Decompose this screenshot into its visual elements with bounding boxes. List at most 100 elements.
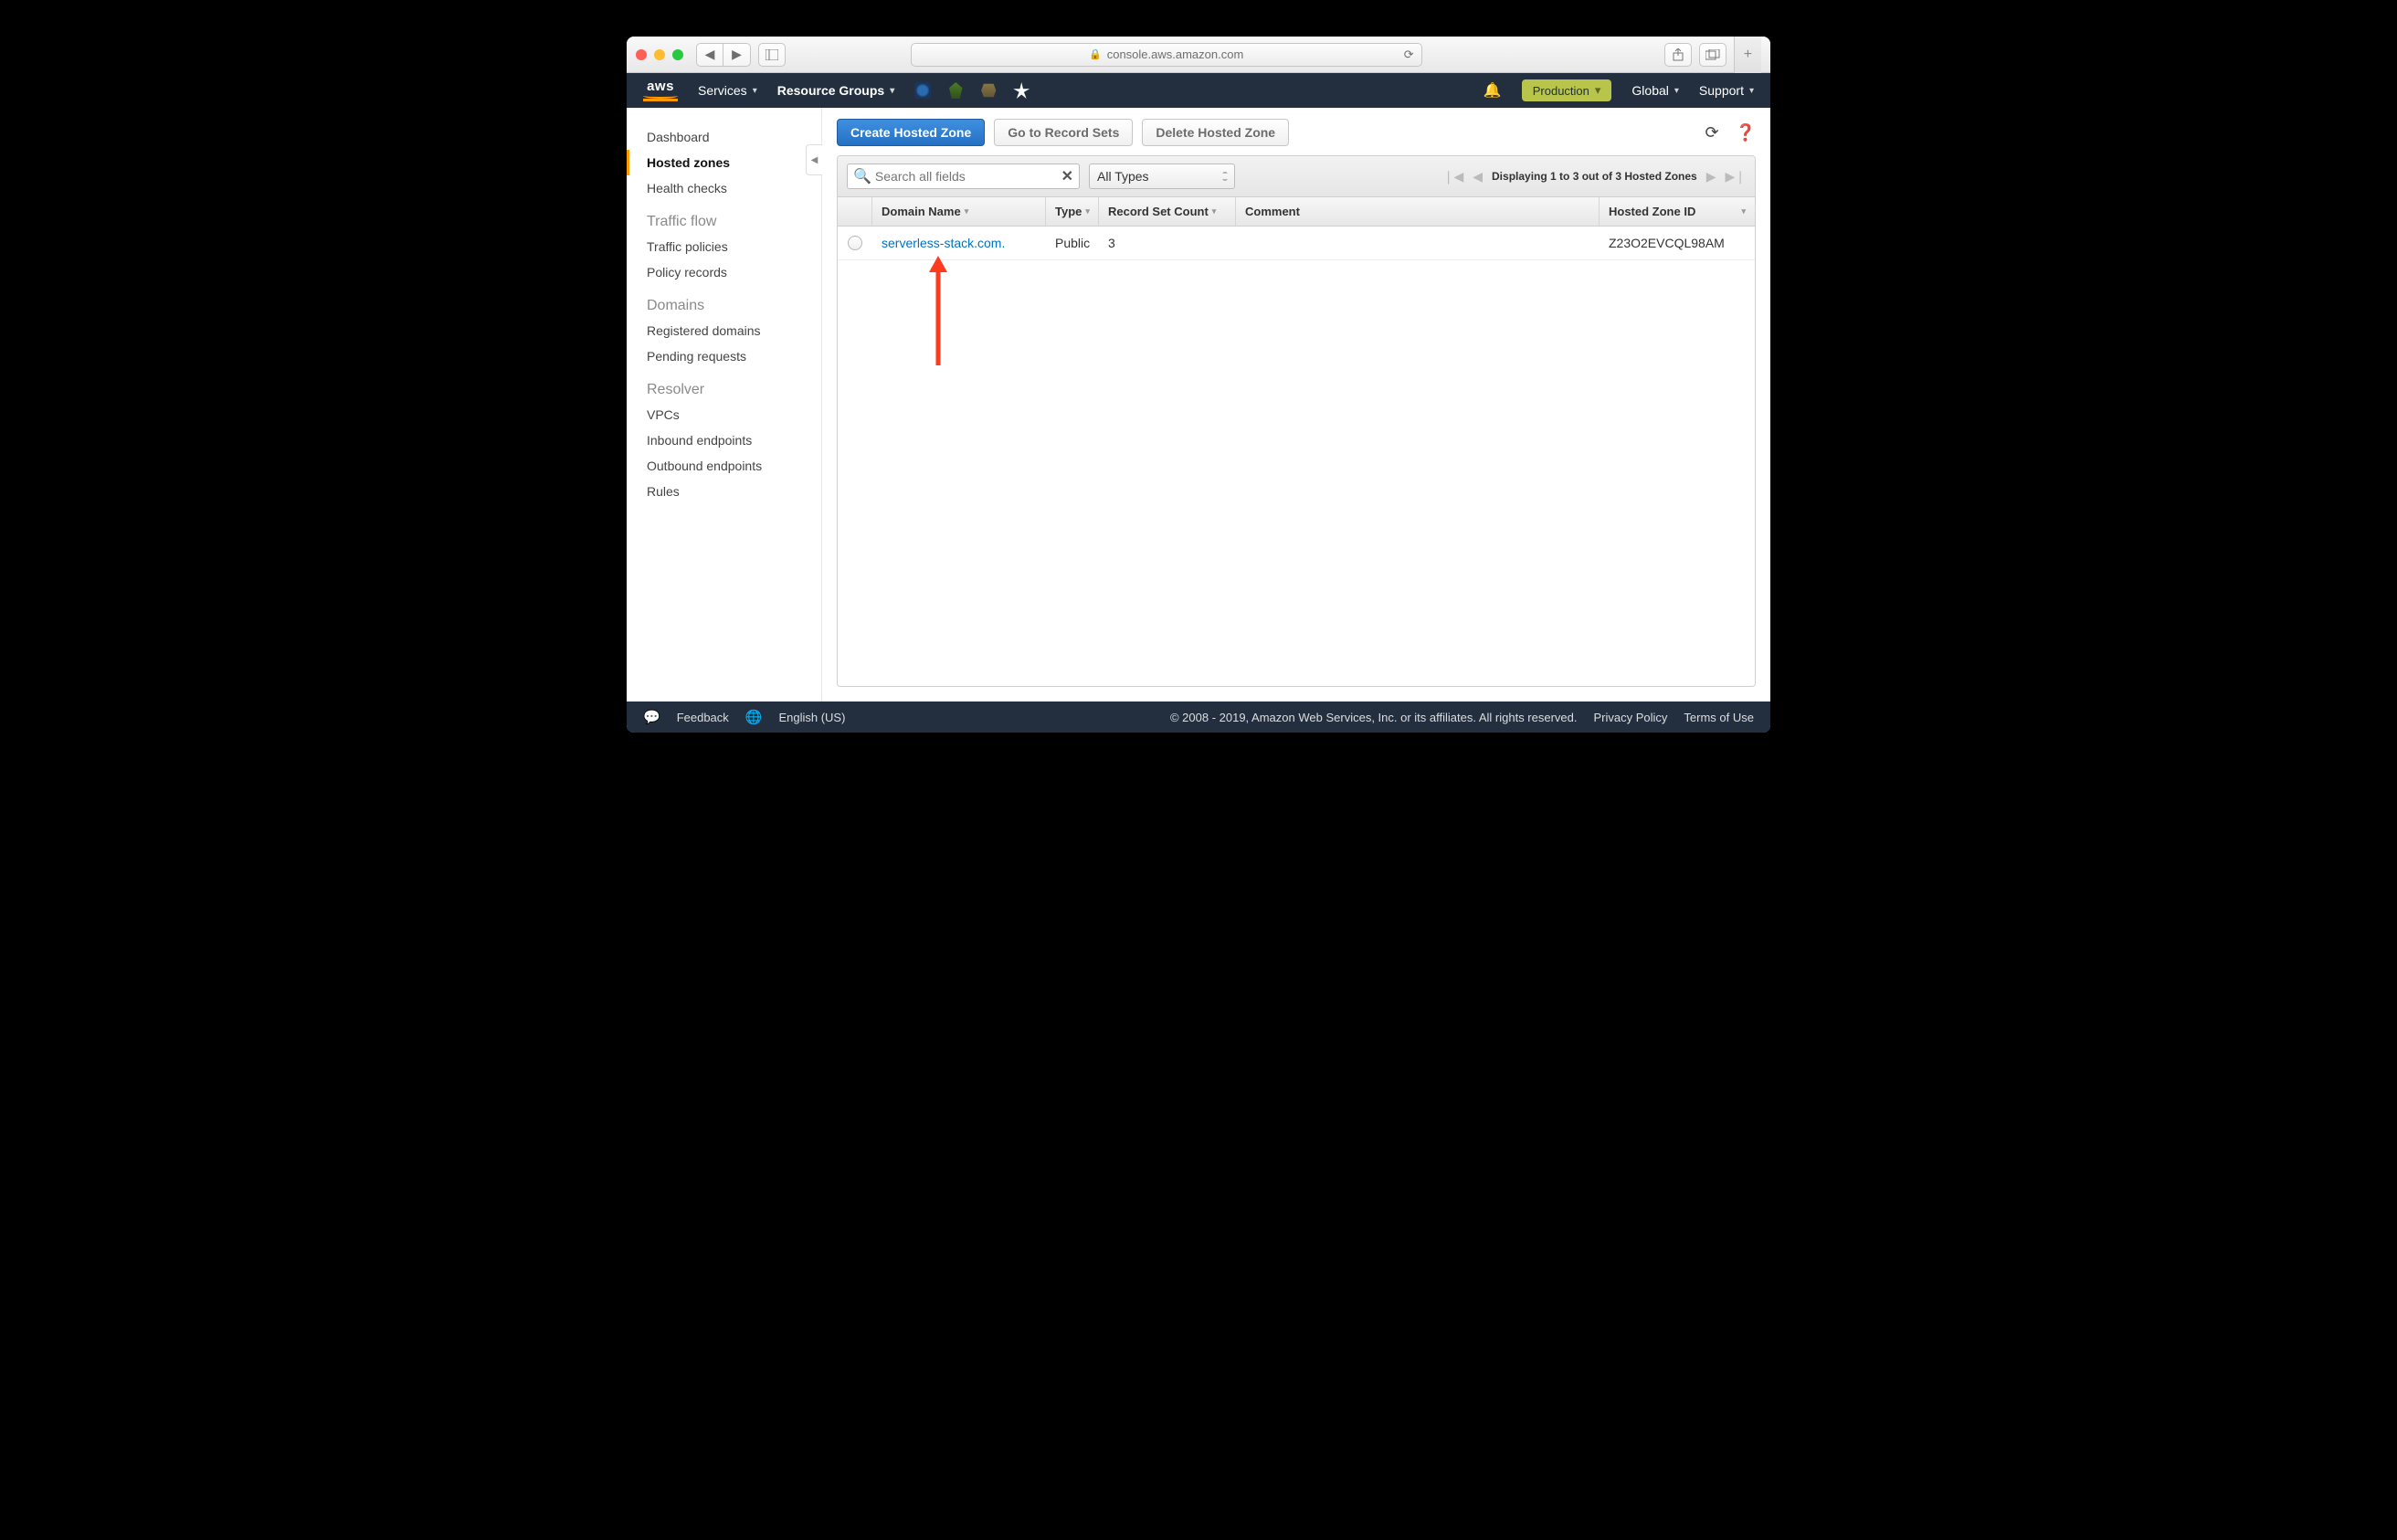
row-select[interactable]: [838, 227, 872, 259]
browser-window: ◀ ▶ 🔒 console.aws.amazon.com ⟳ + aws Se: [627, 37, 1770, 733]
page-next-icon[interactable]: ▶: [1706, 169, 1716, 185]
region-menu[interactable]: Global ▾: [1631, 83, 1679, 98]
chevron-down-icon: ▾: [1674, 86, 1679, 96]
language-selector[interactable]: English (US): [778, 711, 845, 724]
feedback-icon: 💬: [643, 709, 660, 725]
filter-bar: 🔍 ✕ All Types ❘◀ ◀ Displaying 1 to 3 out…: [838, 156, 1755, 197]
sidebar-collapse-button[interactable]: ◀: [806, 144, 822, 175]
page-first-icon[interactable]: ❘◀: [1443, 169, 1464, 185]
sidebar-item-registered-domains[interactable]: Registered domains: [627, 318, 821, 343]
forward-button[interactable]: ▶: [723, 43, 751, 67]
column-comment[interactable]: Comment: [1236, 197, 1600, 226]
refresh-icon[interactable]: ⟳: [1705, 123, 1718, 142]
hosted-zones-panel: 🔍 ✕ All Types ❘◀ ◀ Displaying 1 to 3 out…: [837, 155, 1756, 687]
sidebar-item-outbound-endpoints[interactable]: Outbound endpoints: [627, 453, 821, 479]
sidebar-item-traffic-policies[interactable]: Traffic policies: [627, 234, 821, 259]
close-window-icon[interactable]: [636, 49, 647, 60]
column-rsc-label: Record Set Count: [1108, 205, 1209, 218]
aws-top-nav: aws Services ▾ Resource Groups ▾ 🔔 Produ…: [627, 73, 1770, 108]
new-tab-button[interactable]: +: [1734, 37, 1761, 73]
sidebar-item-vpcs[interactable]: VPCs: [627, 402, 821, 427]
globe-icon: 🌐: [745, 709, 763, 725]
column-comment-label: Comment: [1245, 205, 1300, 218]
table-header: Domain Name ▾ Type ▾ Record Set Count ▾ …: [838, 197, 1755, 227]
search-input-wrapper: 🔍 ✕: [847, 163, 1080, 189]
terms-of-use-link[interactable]: Terms of Use: [1684, 711, 1754, 724]
page-last-icon[interactable]: ▶❘: [1726, 169, 1747, 185]
type-filter-select[interactable]: All Types: [1089, 163, 1235, 189]
sidebar-item-rules[interactable]: Rules: [627, 479, 821, 504]
region-label: Global: [1631, 83, 1668, 98]
delete-hosted-zone-button[interactable]: Delete Hosted Zone: [1142, 119, 1289, 146]
help-icon[interactable]: ❓: [1736, 123, 1756, 142]
chevron-down-icon: ▾: [890, 86, 894, 96]
cell-record-set-count: 3: [1099, 227, 1236, 259]
search-input[interactable]: [875, 169, 1061, 184]
pagination: ❘◀ ◀ Displaying 1 to 3 out of 3 Hosted Z…: [1443, 169, 1746, 185]
table-body: serverless-stack.com. Public 3 Z23O2EVCQ…: [838, 227, 1755, 686]
column-record-set-count[interactable]: Record Set Count ▾: [1099, 197, 1236, 226]
reload-icon[interactable]: ⟳: [1404, 47, 1414, 62]
radio-icon[interactable]: [848, 236, 862, 250]
maximize-window-icon[interactable]: [672, 49, 683, 60]
aws-footer: 💬 Feedback 🌐 English (US) © 2008 - 2019,…: [627, 701, 1770, 733]
page-prev-icon[interactable]: ◀: [1473, 169, 1483, 185]
cell-comment: [1236, 234, 1600, 252]
column-hosted-zone-id[interactable]: Hosted Zone ID ▾: [1600, 197, 1755, 226]
tabs-button[interactable]: [1699, 43, 1726, 67]
support-label: Support: [1699, 83, 1744, 98]
sidebar-heading-resolver: Resolver: [627, 369, 821, 402]
shortcut-icon-1[interactable]: [914, 82, 931, 99]
nav-shortcut-icons: [914, 82, 1030, 99]
privacy-policy-link[interactable]: Privacy Policy: [1594, 711, 1668, 724]
sort-icon: ▾: [1741, 206, 1746, 216]
column-domain-name[interactable]: Domain Name ▾: [872, 197, 1046, 226]
nav-back-forward: ◀ ▶: [696, 43, 751, 67]
pin-icon[interactable]: [1013, 82, 1030, 99]
sort-icon: ▾: [965, 206, 969, 216]
minimize-window-icon[interactable]: [654, 49, 665, 60]
cell-hosted-zone-id: Z23O2EVCQL98AM: [1600, 227, 1755, 259]
sidebar-item-inbound-endpoints[interactable]: Inbound endpoints: [627, 427, 821, 453]
feedback-link[interactable]: Feedback: [677, 711, 729, 724]
account-menu[interactable]: Production ▾: [1522, 79, 1612, 101]
chevron-down-icon: ▾: [753, 86, 757, 96]
aws-logo[interactable]: aws: [643, 80, 678, 101]
sidebar-toggle-button[interactable]: [758, 43, 786, 67]
annotation-arrow: [929, 256, 947, 365]
search-icon: 🔍: [853, 167, 871, 185]
go-to-record-sets-button[interactable]: Go to Record Sets: [994, 119, 1133, 146]
action-toolbar: Create Hosted Zone Go to Record Sets Del…: [837, 119, 1756, 146]
domain-name-link[interactable]: serverless-stack.com.: [882, 236, 1005, 250]
chevron-down-icon: ▾: [1749, 86, 1754, 96]
column-hzid-label: Hosted Zone ID: [1609, 205, 1695, 218]
sidebar-item-dashboard[interactable]: Dashboard: [627, 124, 821, 150]
sidebar: Dashboard Hosted zones Health checks Tra…: [627, 108, 822, 701]
create-hosted-zone-button[interactable]: Create Hosted Zone: [837, 119, 985, 146]
shortcut-icon-3[interactable]: [980, 82, 997, 99]
sort-icon: ▾: [1085, 206, 1090, 216]
table-row[interactable]: serverless-stack.com. Public 3 Z23O2EVCQ…: [838, 227, 1755, 260]
sidebar-item-hosted-zones[interactable]: Hosted zones: [627, 150, 821, 175]
mac-titlebar: ◀ ▶ 🔒 console.aws.amazon.com ⟳ +: [627, 37, 1770, 73]
main-content: Create Hosted Zone Go to Record Sets Del…: [822, 108, 1770, 701]
address-bar[interactable]: 🔒 console.aws.amazon.com ⟳: [911, 43, 1422, 67]
sidebar-item-policy-records[interactable]: Policy records: [627, 259, 821, 285]
nav-resource-groups[interactable]: Resource Groups ▾: [777, 83, 895, 98]
clear-search-icon[interactable]: ✕: [1061, 167, 1073, 185]
window-controls: [636, 49, 683, 60]
column-type[interactable]: Type ▾: [1046, 197, 1099, 226]
support-menu[interactable]: Support ▾: [1699, 83, 1754, 98]
type-filter-value: All Types: [1097, 169, 1149, 184]
sidebar-item-health-checks[interactable]: Health checks: [627, 175, 821, 201]
back-button[interactable]: ◀: [696, 43, 723, 67]
nav-services[interactable]: Services ▾: [698, 83, 757, 98]
sidebar-item-pending-requests[interactable]: Pending requests: [627, 343, 821, 369]
notifications-icon[interactable]: 🔔: [1484, 81, 1502, 100]
shortcut-icon-2[interactable]: [947, 82, 964, 99]
copyright-text: © 2008 - 2019, Amazon Web Services, Inc.…: [1170, 711, 1578, 724]
column-type-label: Type: [1055, 205, 1082, 218]
column-domain-name-label: Domain Name: [882, 205, 961, 218]
share-button[interactable]: [1664, 43, 1692, 67]
account-label: Production: [1533, 84, 1589, 98]
